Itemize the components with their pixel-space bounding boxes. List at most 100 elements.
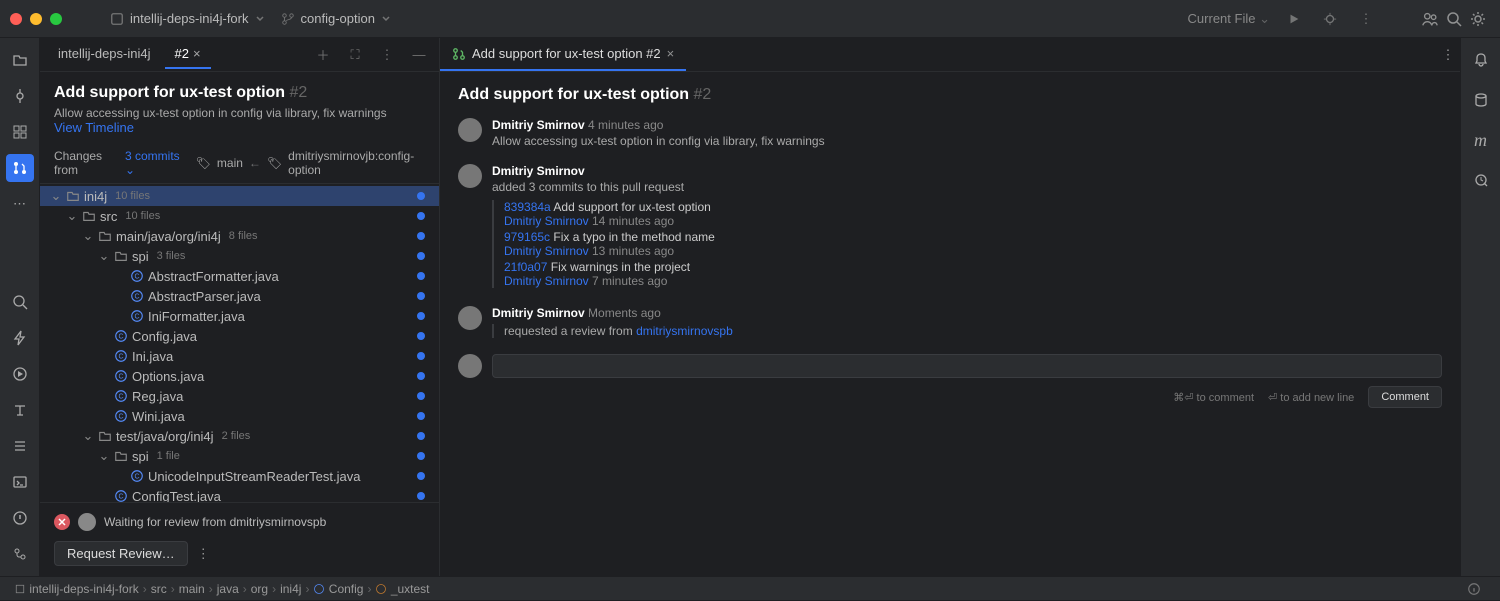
project-selector[interactable]: intellij-deps-ini4j-fork (102, 7, 273, 30)
project-view-icon[interactable] (6, 46, 34, 74)
java-file-icon: C (114, 349, 128, 363)
tree-file[interactable]: CReg.java (40, 386, 439, 406)
reviewer-avatar (78, 513, 96, 531)
tree-file[interactable]: CWini.java (40, 406, 439, 426)
request-review-button[interactable]: Request Review… (54, 541, 188, 566)
right-toolbar: m (1460, 38, 1500, 576)
java-file-icon: C (114, 489, 128, 502)
folder-icon (98, 229, 112, 243)
svg-text:C: C (134, 294, 139, 301)
search-icon[interactable] (1442, 7, 1466, 31)
close-tab-icon[interactable]: × (193, 46, 201, 61)
changes-from-bar: Changes from 3 commits ⌄ 🏷 main ← 🏷 dmit… (40, 143, 439, 184)
tree-file[interactable]: CIniFormatter.java (40, 306, 439, 326)
chevron-down-icon (255, 14, 265, 24)
more-icon[interactable]: ⋮ (191, 542, 215, 566)
commit-row[interactable]: 21f0a07 Fix warnings in the projectDmitr… (504, 260, 1442, 288)
review-request: requested a review from dmitriysmirnovsp… (492, 324, 1442, 338)
database-icon[interactable] (1467, 86, 1495, 114)
status-info-icon[interactable] (1462, 577, 1486, 601)
vcs-icon[interactable] (6, 540, 34, 568)
commits-dropdown[interactable]: 3 commits ⌄ (125, 149, 184, 177)
more-tools-icon[interactable]: ⋯ (6, 190, 34, 218)
menu-icon[interactable]: ⋮ (375, 43, 399, 67)
modified-indicator (417, 352, 425, 360)
tab-menu-icon[interactable]: ⋮ (1436, 43, 1460, 67)
tree-folder[interactable]: ⌄main/java/org/ini4j8 files (40, 226, 439, 246)
typography-icon[interactable] (6, 396, 34, 424)
node-label: Options.java (132, 369, 204, 384)
tree-file[interactable]: COptions.java (40, 366, 439, 386)
commit-author[interactable]: Dmitriy Smirnov (504, 244, 589, 258)
terminal-icon[interactable] (6, 468, 34, 496)
collaborate-icon[interactable] (1418, 7, 1442, 31)
commit-view-icon[interactable] (6, 82, 34, 110)
tree-file[interactable]: CAbstractParser.java (40, 286, 439, 306)
problems-icon[interactable] (6, 504, 34, 532)
find-icon[interactable] (6, 288, 34, 316)
tree-folder[interactable]: ⌄ini4j10 files (40, 186, 439, 206)
commit-author[interactable]: Dmitriy Smirnov (504, 274, 589, 288)
settings-icon[interactable] (1466, 7, 1490, 31)
comment-button[interactable]: Comment (1368, 386, 1442, 408)
pr-description: Allow accessing ux-test option in config… (492, 134, 1442, 148)
node-label: AbstractFormatter.java (148, 269, 279, 284)
comment-input[interactable] (492, 354, 1442, 378)
tree-folder[interactable]: ⌄spi1 file (40, 446, 439, 466)
twisty-icon: ⌄ (82, 228, 94, 244)
close-tab-icon[interactable]: × (667, 46, 675, 61)
close-window-icon[interactable] (10, 13, 22, 25)
node-label: spi (132, 249, 149, 264)
pull-request-icon (452, 47, 466, 61)
maven-icon[interactable]: m (1467, 126, 1495, 154)
pr-editor-tab[interactable]: Add support for ux-test option #2 × (440, 38, 686, 71)
branch-selector[interactable]: config-option (273, 7, 399, 30)
tree-folder[interactable]: ⌄spi3 files (40, 246, 439, 266)
tree-file[interactable]: CAbstractFormatter.java (40, 266, 439, 286)
commit-sha[interactable]: 979165c (504, 230, 550, 244)
view-timeline-link[interactable]: View Timeline (54, 120, 425, 135)
expand-icon[interactable]: ⛶ (343, 43, 367, 67)
changed-files-tree[interactable]: ⌄ini4j10 files⌄src10 files⌄main/java/org… (40, 184, 439, 502)
reviewer-link[interactable]: dmitriysmirnovspb (636, 324, 733, 338)
tab-pr-number[interactable]: #2× (165, 40, 211, 69)
tree-file[interactable]: CConfig.java (40, 326, 439, 346)
tree-file[interactable]: CUnicodeInputStreamReaderTest.java (40, 466, 439, 486)
bookmarks-icon[interactable] (6, 432, 34, 460)
run-icon[interactable] (1282, 7, 1306, 31)
tree-file[interactable]: CConfigTest.java (40, 486, 439, 502)
window-controls (10, 13, 62, 25)
zoom-window-icon[interactable] (50, 13, 62, 25)
breadcrumb[interactable]: intellij-deps-ini4j-fork›src›main›java›o… (14, 582, 430, 596)
add-icon[interactable]: ＋ (311, 43, 335, 67)
pull-requests-icon[interactable] (6, 154, 34, 182)
commit-sha[interactable]: 21f0a07 (504, 260, 547, 274)
svg-text:C: C (118, 334, 123, 341)
structure-icon[interactable] (6, 118, 34, 146)
tag-icon: 🏷 (267, 156, 282, 170)
node-label: src (100, 209, 117, 224)
services-icon[interactable] (6, 360, 34, 388)
debug-icon[interactable] (1318, 7, 1342, 31)
commit-row[interactable]: 979165c Fix a typo in the method nameDmi… (504, 230, 1442, 258)
actions-icon[interactable] (6, 324, 34, 352)
folder-icon (114, 249, 128, 263)
minimize-window-icon[interactable] (30, 13, 42, 25)
notifications-icon[interactable] (1467, 46, 1495, 74)
coverage-icon[interactable] (1467, 166, 1495, 194)
modified-indicator (417, 332, 425, 340)
tab-repo-root[interactable]: intellij-deps-ini4j (48, 40, 161, 69)
tree-folder[interactable]: ⌄test/java/org/ini4j2 files (40, 426, 439, 446)
modified-indicator (417, 232, 425, 240)
arrow-left-icon: ← (249, 156, 261, 170)
more-actions-icon[interactable]: ⋮ (1354, 7, 1378, 31)
minimize-pane-icon[interactable]: — (407, 43, 431, 67)
commit-row[interactable]: 839384a Add support for ux-test optionDm… (504, 200, 1442, 228)
run-config-selector[interactable]: Current File ⌄ (1188, 11, 1270, 27)
author-name: Dmitriy Smirnov (492, 306, 585, 320)
commit-sha[interactable]: 839384a (504, 200, 551, 214)
commit-author[interactable]: Dmitriy Smirnov (504, 214, 589, 228)
tree-folder[interactable]: ⌄src10 files (40, 206, 439, 226)
tree-file[interactable]: CIni.java (40, 346, 439, 366)
modified-indicator (417, 212, 425, 220)
